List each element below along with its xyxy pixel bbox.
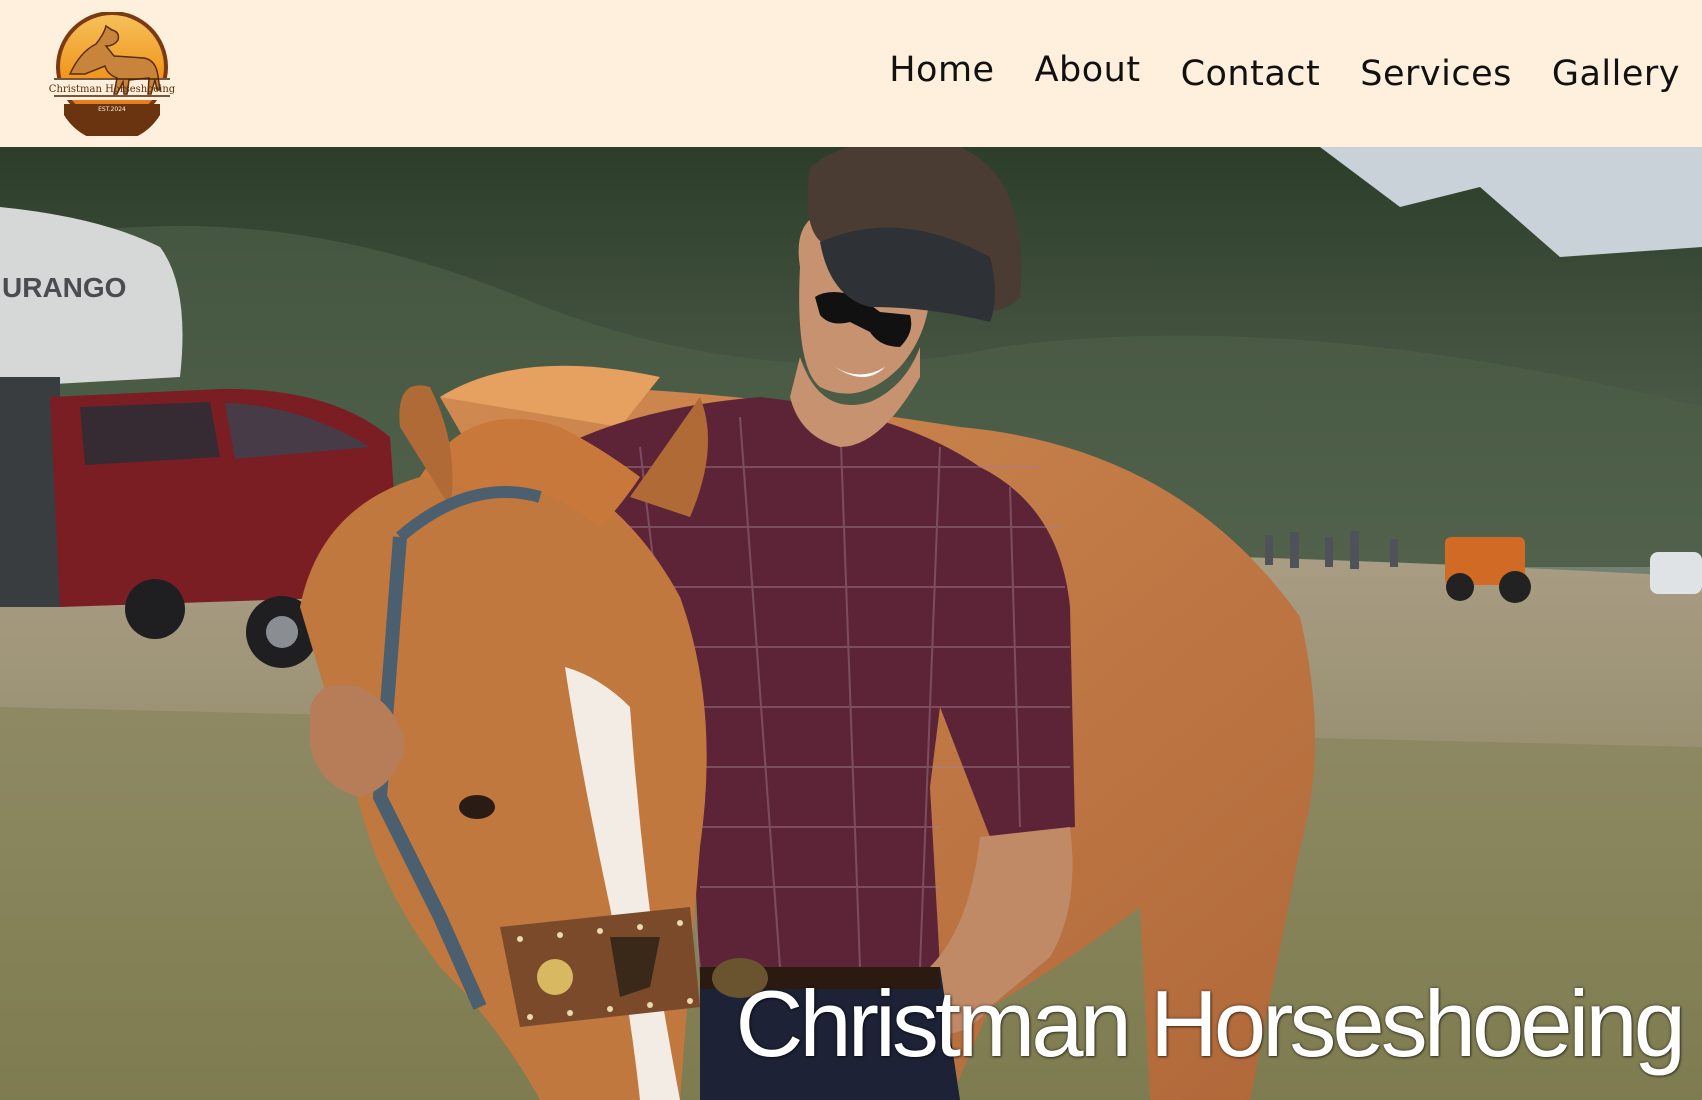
nav-about[interactable]: About [1035,50,1141,90]
nav-services[interactable]: Services [1360,54,1512,94]
site-header: Christman Horseshoeing EST.2024 Home Abo… [0,0,1702,147]
nav-contact[interactable]: Contact [1181,54,1321,94]
hero-title: Christman Horseshoeing [735,971,1686,1076]
logo-year: EST.2024 [98,106,126,113]
brand-logo-link[interactable]: Christman Horseshoeing EST.2024 [24,11,194,143]
trailer-lettering: URANGO [2,272,126,303]
nav-gallery[interactable]: Gallery [1552,54,1680,94]
hero-photo: URANGO [0,147,1702,1100]
logo-wordmark: Christman Horseshoeing [49,84,176,95]
hero-banner: URANGO Christman Horseshoeing [0,147,1702,1100]
nav-home[interactable]: Home [889,50,994,90]
horse-logo-icon: Christman Horseshoeing EST.2024 [42,11,182,143]
main-nav: Home About Contact Services Gallery [889,0,1680,147]
